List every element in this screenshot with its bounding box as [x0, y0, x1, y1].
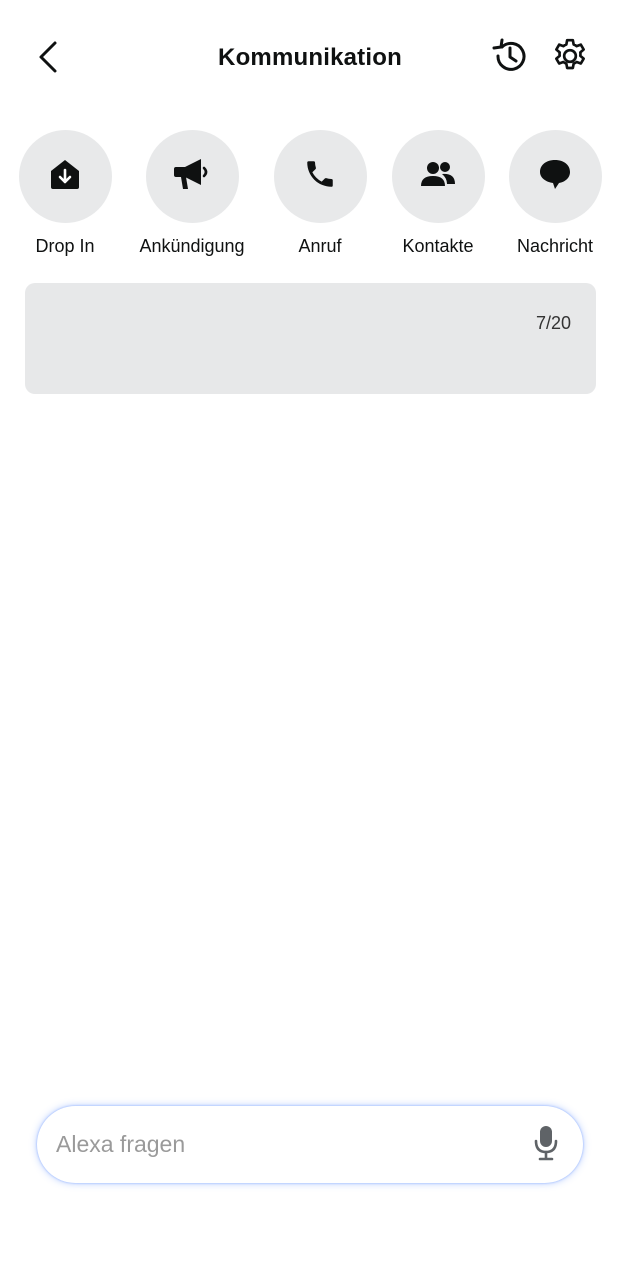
action-label: Drop In [35, 236, 95, 256]
action-label: Nachricht [516, 236, 594, 256]
microphone-button[interactable] [531, 1125, 561, 1166]
contacts-icon [420, 159, 456, 194]
action-call[interactable]: Anruf [255, 130, 385, 257]
settings-button[interactable] [548, 36, 592, 80]
action-message[interactable]: Nachricht [490, 130, 620, 257]
action-label: Anruf [298, 236, 342, 256]
history-button[interactable] [488, 36, 532, 80]
action-contacts[interactable]: Kontakte [373, 130, 503, 257]
action-circle [18, 130, 112, 223]
action-label: Ankündigung [139, 236, 245, 256]
phone-icon [303, 157, 337, 196]
action-circle [391, 130, 485, 223]
gear-icon [550, 36, 590, 81]
communication-screen: Kommunikation Drop In Ankündigung Anruf … [0, 0, 620, 1277]
microphone-icon [534, 1125, 558, 1166]
action-announcement[interactable]: Ankündigung [127, 130, 257, 257]
action-drop-in[interactable]: Drop In [0, 130, 130, 257]
quick-actions: Drop In Ankündigung Anruf Kontakte Nachr… [0, 130, 620, 270]
alexa-input[interactable] [56, 1124, 496, 1165]
drop-in-icon [48, 157, 82, 196]
history-icon [490, 36, 530, 81]
action-label: Kontakte [402, 236, 474, 256]
message-count: 7/20 [535, 313, 571, 333]
action-circle [273, 130, 367, 223]
alexa-bar [37, 1106, 583, 1183]
header: Kommunikation [0, 0, 620, 120]
action-circle [145, 130, 239, 223]
message-card[interactable]: 7/20 [25, 283, 596, 394]
message-icon [538, 157, 572, 196]
megaphone-icon [173, 157, 211, 196]
action-circle [508, 130, 602, 223]
